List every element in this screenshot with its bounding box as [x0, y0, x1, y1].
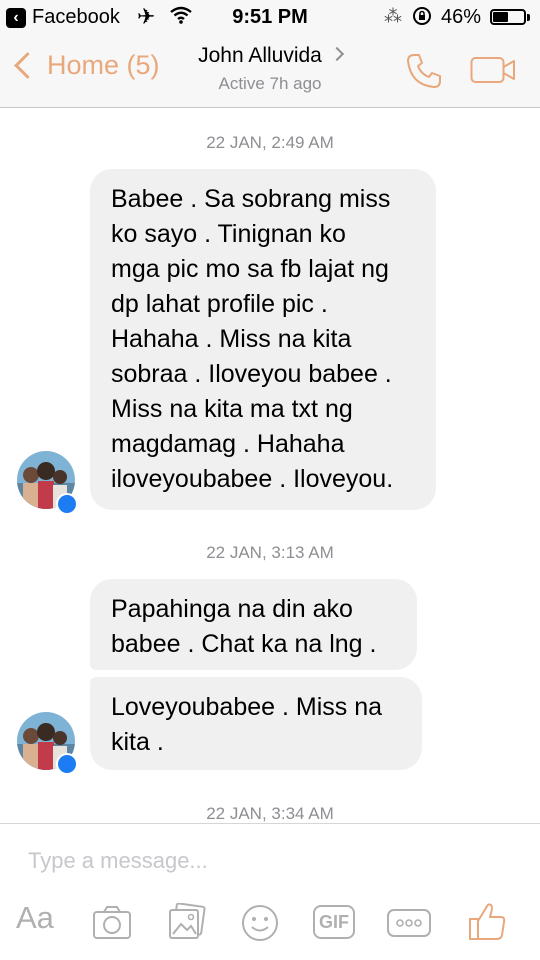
- message-input[interactable]: Type a message...: [28, 848, 208, 874]
- activity-spinner-icon: ⁂: [384, 6, 402, 26]
- composer-divider: [0, 823, 540, 824]
- active-status: Active 7h ago: [218, 74, 322, 93]
- message-timestamp: 22 JAN, 3:34 AM: [206, 804, 334, 823]
- text-style-button[interactable]: Aa: [16, 900, 54, 936]
- message-bubble[interactable]: Loveyoubabee . Miss na kita .: [90, 677, 422, 770]
- camera-icon[interactable]: [92, 904, 132, 940]
- video-icon[interactable]: [470, 56, 516, 84]
- gif-icon[interactable]: GIF: [313, 905, 355, 939]
- contact-name: John Alluvida: [198, 44, 322, 67]
- smiley-icon[interactable]: [240, 903, 280, 943]
- message-timestamp: 22 JAN, 2:49 AM: [206, 133, 334, 152]
- battery-tip: [527, 14, 530, 21]
- messenger-badge: [56, 493, 78, 515]
- message-bubble[interactable]: Papahinga na din ako babee . Chat ka na …: [90, 579, 417, 670]
- phone-icon[interactable]: [405, 52, 443, 90]
- battery-percent: 46%: [441, 6, 482, 28]
- more-icon[interactable]: [387, 908, 431, 938]
- gif-label: GIF: [319, 912, 349, 932]
- chevron-right-icon: [329, 47, 344, 62]
- thumbs-up-icon[interactable]: [467, 900, 507, 942]
- battery-icon: [490, 9, 526, 25]
- contact-name-button[interactable]: John Alluvida: [0, 44, 540, 68]
- messenger-icon: [58, 755, 76, 773]
- message-bubble[interactable]: Babee . Sa sobrang miss ko sayo . Tinign…: [90, 169, 436, 510]
- messenger-badge: [56, 753, 78, 775]
- messenger-icon: [58, 495, 76, 513]
- photo-icon[interactable]: [167, 903, 207, 941]
- message-timestamp: 22 JAN, 3:13 AM: [206, 543, 334, 562]
- status-bar: ‹ Facebook ✈ 9:51 PM ⁂ 46%: [0, 0, 540, 34]
- lock-rotation-icon: [413, 7, 431, 25]
- conversation-header: Home (5) John Alluvida Active 7h ago: [0, 34, 540, 108]
